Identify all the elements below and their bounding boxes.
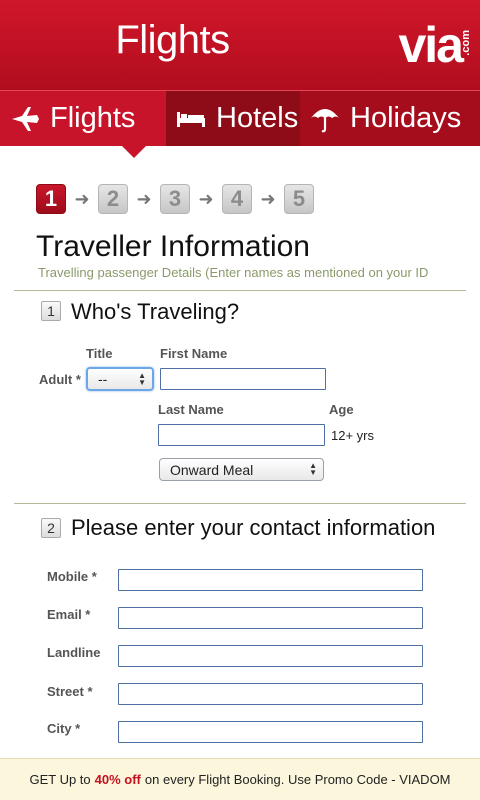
step-4[interactable]: 4	[222, 184, 252, 214]
age-label: Age	[329, 402, 354, 417]
tab-holidays-label: Holidays	[350, 102, 462, 134]
title-select[interactable]: -- ▲ ▼	[86, 367, 154, 391]
title-label: Title	[86, 346, 113, 361]
step-1[interactable]: 1	[36, 184, 66, 214]
header-bar: Flights via .com	[0, 0, 480, 90]
email-input[interactable]	[118, 607, 423, 629]
landline-input[interactable]	[118, 645, 423, 667]
tab-flights-label: Flights	[50, 102, 136, 134]
email-label: Email *	[47, 607, 91, 622]
city-label: City *	[47, 721, 81, 736]
promo-prefix: GET Up to	[29, 772, 91, 787]
page-title: Traveller Information	[36, 230, 310, 263]
meal-select[interactable]: Onward Meal ▲ ▼	[159, 458, 324, 481]
step-arrow-icon: ➜	[260, 188, 276, 209]
step-3[interactable]: 3	[160, 184, 190, 214]
divider	[14, 503, 466, 504]
mobile-label: Mobile *	[47, 569, 97, 584]
product-tabs: Flights Hotels Holidays	[0, 90, 480, 146]
landline-label: Landline	[47, 645, 101, 660]
step-arrow-icon: ➜	[74, 188, 90, 209]
tab-flights[interactable]: Flights	[0, 91, 166, 146]
first-name-label: First Name	[160, 346, 228, 361]
section-heading-traveler: Who's Traveling?	[71, 299, 240, 324]
promo-banner[interactable]: GET Up to 40% off on every Flight Bookin…	[0, 758, 480, 800]
meal-select-value: Onward Meal	[170, 461, 254, 478]
app-root: Flights via .com Flights Hotels Holidays…	[0, 0, 480, 800]
plane-icon	[12, 106, 39, 131]
last-name-input[interactable]	[158, 424, 325, 446]
street-label: Street *	[47, 684, 93, 699]
mobile-input[interactable]	[118, 569, 423, 591]
bed-icon	[177, 111, 205, 127]
tab-hotels-label: Hotels	[216, 102, 299, 134]
title-select-value: --	[98, 371, 108, 387]
adult-label: Adult *	[39, 372, 81, 387]
tab-holidays[interactable]: Holidays	[300, 91, 480, 146]
street-input[interactable]	[118, 683, 423, 705]
step-arrow-icon: ➜	[198, 188, 214, 209]
promo-suffix: on every Flight Booking. Use Promo Code …	[144, 772, 451, 787]
tab-hotels[interactable]: Hotels	[166, 91, 300, 146]
section-number: 2	[41, 518, 61, 538]
logo-suffix: .com	[460, 30, 472, 56]
step-arrow-icon: ➜	[136, 188, 152, 209]
city-input[interactable]	[118, 721, 423, 743]
promo-discount: 40% off	[94, 772, 141, 787]
progress-steps: 1 ➜ 2 ➜ 3 ➜ 4 ➜ 5	[36, 184, 314, 214]
page-header-title: Flights	[115, 18, 230, 62]
first-name-input[interactable]	[160, 368, 326, 390]
select-updown-icon: ▲ ▼	[138, 371, 146, 387]
via-logo[interactable]: via .com	[398, 17, 472, 73]
active-tab-pointer	[122, 146, 146, 158]
step-2[interactable]: 2	[98, 184, 128, 214]
section-number: 1	[41, 301, 61, 321]
divider	[14, 290, 466, 291]
select-updown-icon: ▲ ▼	[309, 461, 317, 477]
section-heading-contact: Please enter your contact information	[71, 515, 436, 540]
umbrella-icon	[311, 108, 339, 132]
page-subtitle: Travelling passenger Details (Enter name…	[38, 265, 429, 280]
last-name-label: Last Name	[158, 402, 224, 417]
age-value: 12+ yrs	[331, 428, 374, 443]
logo-text: via	[398, 17, 464, 73]
step-5[interactable]: 5	[284, 184, 314, 214]
